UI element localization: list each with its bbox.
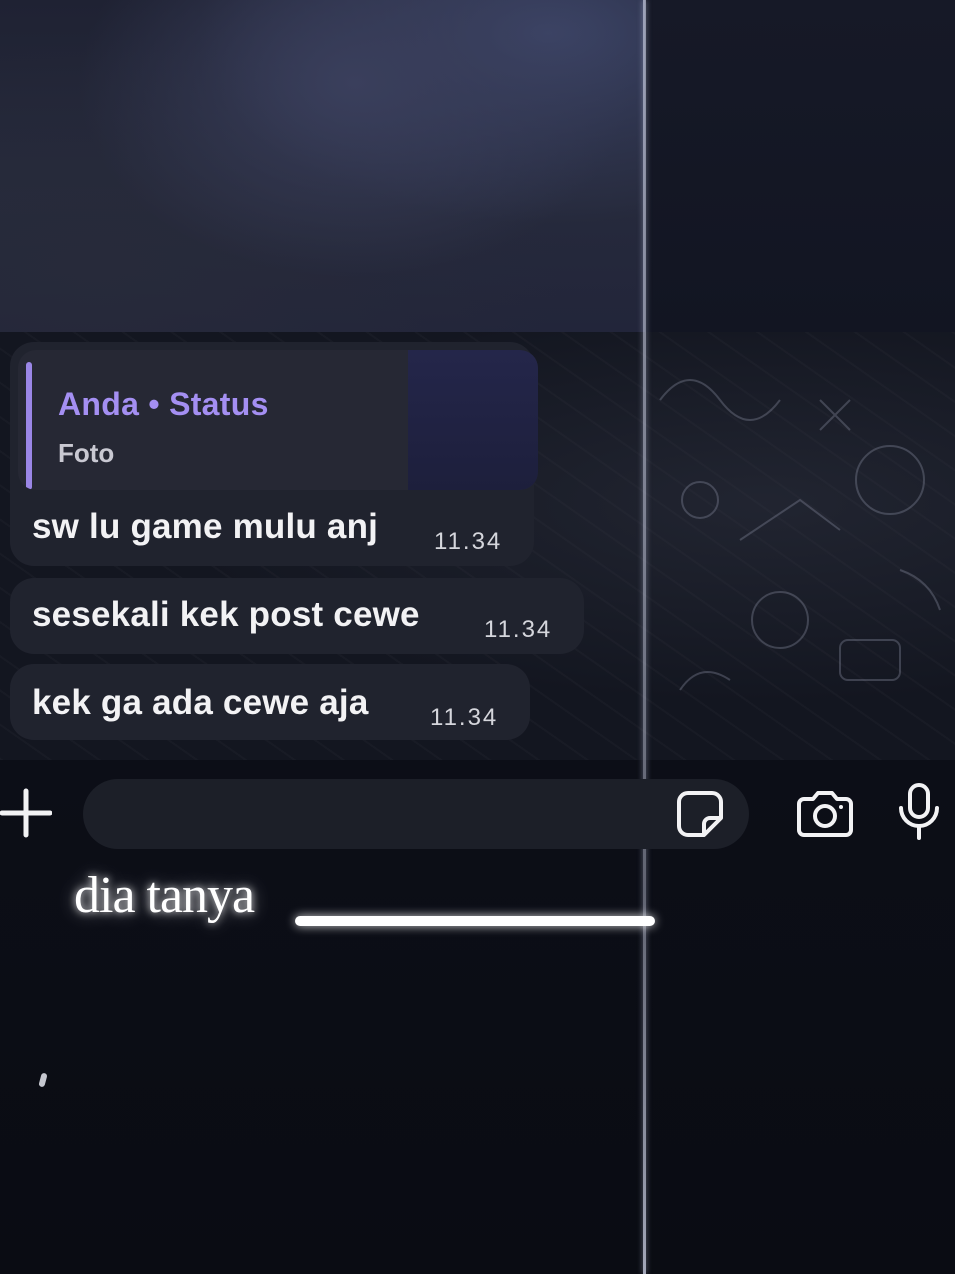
quote-accent-bar xyxy=(26,362,32,490)
chat-screen: Anda • Status Foto sw lu game mulu anj 1… xyxy=(0,0,955,1274)
sticker-icon[interactable] xyxy=(676,790,724,838)
light-speck xyxy=(38,1072,48,1088)
message-time: 11.34 xyxy=(430,704,499,731)
caption-underline xyxy=(295,916,655,926)
message-bubble[interactable]: kek ga ada cewe aja 11.34 xyxy=(10,664,530,740)
blurred-background xyxy=(645,0,955,340)
message-bubble[interactable]: sesekali kek post cewe 11.34 xyxy=(10,578,584,654)
message-text: kek ga ada cewe aja xyxy=(32,683,369,722)
quote-subtitle: Foto xyxy=(58,438,115,468)
quote-title: Anda • Status xyxy=(58,386,269,422)
message-time: 11.34 xyxy=(484,616,553,643)
plus-icon[interactable] xyxy=(0,787,52,839)
message-text: sesekali kek post cewe xyxy=(32,595,420,634)
message-bubble-reply[interactable]: Anda • Status Foto sw lu game mulu anj 1… xyxy=(10,342,538,566)
caption-text: dia tanya xyxy=(74,867,255,924)
message-time: 11.34 xyxy=(434,528,503,555)
message-input[interactable] xyxy=(83,779,749,849)
divider-line xyxy=(643,0,646,1274)
wallpaper-doodle-pattern xyxy=(659,379,941,691)
quote-thumbnail xyxy=(408,350,538,490)
blurred-status-preview xyxy=(0,0,645,332)
microphone-icon[interactable] xyxy=(896,782,942,842)
message-text: sw lu game mulu anj xyxy=(32,507,379,546)
quoted-status[interactable]: Anda • Status Foto xyxy=(18,350,538,490)
camera-icon[interactable] xyxy=(795,790,855,838)
